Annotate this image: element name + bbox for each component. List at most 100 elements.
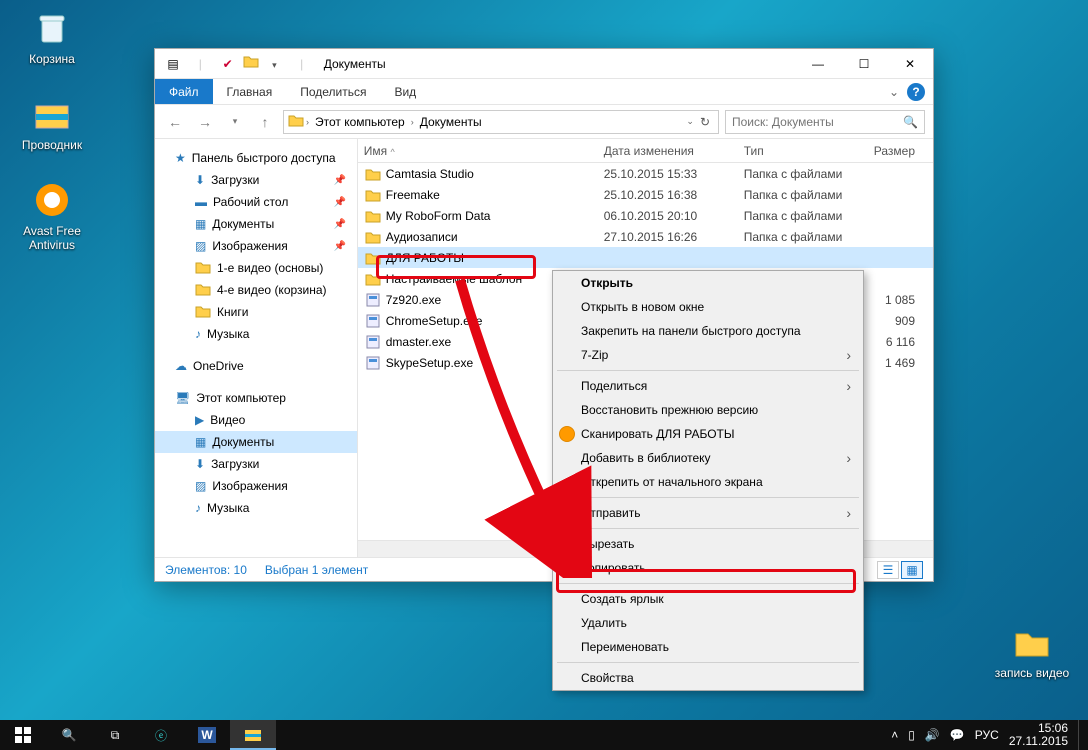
tree-downloads-pc[interactable]: ⬇Загрузки xyxy=(155,453,357,475)
ctx-create-shortcut[interactable]: Создать ярлык xyxy=(553,587,863,611)
tree-desktop[interactable]: ▬Рабочий стол📌 xyxy=(155,191,357,213)
taskbar[interactable]: 🔍 ⧉ ⓔ W ˄ ▯ 🔊 💬 РУС 15:06 27.11.2015 xyxy=(0,720,1088,750)
tree-this-pc[interactable]: 🖥Этот компьютер xyxy=(155,387,357,409)
tree-video1[interactable]: 1-е видео (основы) xyxy=(155,257,357,279)
ctx-share[interactable]: Поделиться xyxy=(553,374,863,398)
help-icon[interactable]: ? xyxy=(907,83,925,101)
tab-file[interactable]: Файл xyxy=(155,79,213,104)
task-view-button[interactable]: ⧉ xyxy=(92,720,138,750)
ctx-scan-avast[interactable]: Сканировать ДЛЯ РАБОТЫ xyxy=(553,422,863,446)
header-size[interactable]: Размер xyxy=(874,144,933,158)
breadcrumb-pc[interactable]: Этот компьютер xyxy=(311,115,409,129)
up-button[interactable]: ↑ xyxy=(253,114,277,130)
maximize-button[interactable]: ☐ xyxy=(841,49,887,79)
tray-volume-icon[interactable]: 🔊 xyxy=(925,728,940,742)
nav-tree[interactable]: ★Панель быстрого доступа ⬇Загрузки📌 ▬Раб… xyxy=(155,139,358,557)
view-icons-button[interactable]: ▦ xyxy=(901,561,923,579)
tree-pictures-pc[interactable]: ▨Изображения xyxy=(155,475,357,497)
ribbon-expand-icon[interactable]: ⌄ xyxy=(889,85,899,99)
refresh-icon[interactable]: ↻ xyxy=(696,115,714,129)
ctx-pin-quick-access[interactable]: Закрепить на панели быстрого доступа xyxy=(553,319,863,343)
tree-quick-access[interactable]: ★Панель быстрого доступа xyxy=(155,147,357,169)
tree-books[interactable]: Книги xyxy=(155,301,357,323)
ctx-7zip[interactable]: 7-Zip xyxy=(553,343,863,367)
view-details-button[interactable]: ☰ xyxy=(877,561,899,579)
show-desktop-button[interactable] xyxy=(1078,720,1084,750)
tree-documents[interactable]: ▦Документы📌 xyxy=(155,213,357,235)
column-headers[interactable]: Имя ^ Дата изменения Тип Размер xyxy=(358,139,933,163)
titlebar[interactable]: ▤ | ✔ ▾ | Документы — ☐ ✕ xyxy=(155,49,933,79)
file-size: 6 116 xyxy=(874,335,933,349)
file-row[interactable]: Freemake25.10.2015 16:38Папка с файлами xyxy=(358,184,933,205)
tree-video4[interactable]: 4-е видео (корзина) xyxy=(155,279,357,301)
tab-home[interactable]: Главная xyxy=(213,79,287,104)
separator xyxy=(557,662,859,663)
ctx-unpin-start[interactable]: Открепить от начального экрана xyxy=(553,470,863,494)
taskbar-edge[interactable]: ⓔ xyxy=(138,720,184,750)
window-title: Документы xyxy=(324,57,386,71)
tree-videos[interactable]: ▶Видео xyxy=(155,409,357,431)
minimize-button[interactable]: — xyxy=(795,49,841,79)
file-row[interactable]: My RoboForm Data06.10.2015 20:10Папка с … xyxy=(358,205,933,226)
history-dropdown[interactable]: ▾ xyxy=(223,116,247,127)
ctx-rename[interactable]: Переименовать xyxy=(553,635,863,659)
download-icon: ⬇ xyxy=(195,457,205,471)
avast-icon xyxy=(559,426,575,442)
forward-button[interactable]: → xyxy=(193,114,217,130)
tree-music[interactable]: ♪Музыка xyxy=(155,323,357,345)
tray-notifications-icon[interactable]: 💬 xyxy=(950,728,965,742)
search-icon[interactable]: 🔍 xyxy=(903,115,918,129)
header-type[interactable]: Тип xyxy=(744,144,874,158)
tray-network-icon[interactable]: ▯ xyxy=(908,728,915,742)
label: Проводник xyxy=(14,138,90,152)
ctx-open[interactable]: Открыть xyxy=(553,271,863,295)
desktop-recycle-bin[interactable]: Корзина xyxy=(14,8,90,66)
ctx-properties[interactable]: Свойства xyxy=(553,666,863,690)
address-bar[interactable]: › Этот компьютер › Документы ⌄ ↻ xyxy=(283,110,719,134)
desktop-folder-record[interactable]: запись видео xyxy=(994,622,1070,680)
search-input[interactable] xyxy=(732,115,903,129)
desktop-explorer[interactable]: Проводник xyxy=(14,94,90,152)
desktop-avast[interactable]: Avast Free Antivirus xyxy=(14,180,90,252)
chevron-right-icon[interactable]: › xyxy=(411,117,414,127)
tree-downloads[interactable]: ⬇Загрузки📌 xyxy=(155,169,357,191)
address-dropdown[interactable]: ⌄ xyxy=(686,116,694,127)
tray-clock[interactable]: 15:06 27.11.2015 xyxy=(1009,722,1068,748)
header-date[interactable]: Дата изменения xyxy=(604,144,744,158)
ctx-restore-previous[interactable]: Восстановить прежнюю версию xyxy=(553,398,863,422)
ctx-add-to-library[interactable]: Добавить в библиотеку xyxy=(553,446,863,470)
tab-view[interactable]: Вид xyxy=(380,79,430,104)
taskbar-word[interactable]: W xyxy=(184,720,230,750)
tray-chevron-icon[interactable]: ˄ xyxy=(891,728,898,742)
ctx-copy[interactable]: Копировать xyxy=(553,556,863,580)
ctx-open-new-window[interactable]: Открыть в новом окне xyxy=(553,295,863,319)
ctx-cut[interactable]: Вырезать xyxy=(553,532,863,556)
checkmark-icon[interactable]: ✔ xyxy=(218,54,238,74)
ctx-delete[interactable]: Удалить xyxy=(553,611,863,635)
header-name[interactable]: Имя ^ xyxy=(364,144,604,158)
properties-icon[interactable]: ▤ xyxy=(163,54,183,74)
breadcrumb-docs[interactable]: Документы xyxy=(416,115,486,129)
file-row[interactable]: Camtasia Studio25.10.2015 15:33Папка с ф… xyxy=(358,163,933,184)
tree-pictures[interactable]: ▨Изображения📌 xyxy=(155,235,357,257)
taskbar-explorer[interactable] xyxy=(230,720,276,750)
file-size: 1 085 xyxy=(874,293,933,307)
start-button[interactable] xyxy=(0,720,46,750)
explorer-icon xyxy=(32,94,72,134)
back-button[interactable]: ← xyxy=(163,114,187,130)
chevron-right-icon[interactable]: › xyxy=(306,117,309,127)
tree-documents-pc[interactable]: ▦Документы xyxy=(155,431,357,453)
file-name: My RoboForm Data xyxy=(386,209,604,223)
file-row[interactable]: Аудиозаписи27.10.2015 16:26Папка с файла… xyxy=(358,226,933,247)
qat-dropdown-icon[interactable]: ▾ xyxy=(264,56,284,76)
close-button[interactable]: ✕ xyxy=(887,49,933,79)
search-box[interactable]: 🔍 xyxy=(725,110,925,134)
tree-onedrive[interactable]: ☁OneDrive xyxy=(155,355,357,377)
tray-language[interactable]: РУС xyxy=(975,728,999,742)
ctx-send-to[interactable]: Отправить xyxy=(553,501,863,525)
file-row[interactable]: ДЛЯ РАБОТЫ xyxy=(358,247,933,268)
search-button[interactable]: 🔍 xyxy=(46,720,92,750)
system-tray[interactable]: ˄ ▯ 🔊 💬 РУС 15:06 27.11.2015 xyxy=(891,720,1088,750)
tab-share[interactable]: Поделиться xyxy=(286,79,380,104)
tree-music-pc[interactable]: ♪Музыка xyxy=(155,497,357,519)
